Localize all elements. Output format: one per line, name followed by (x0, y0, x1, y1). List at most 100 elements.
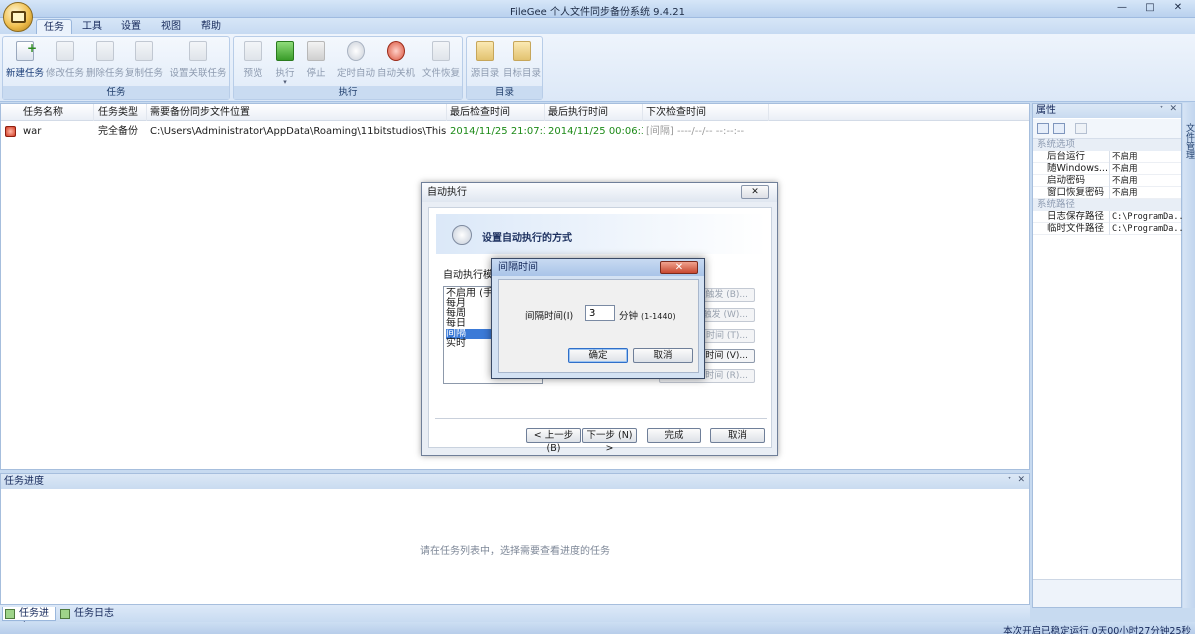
source-folder-icon (476, 41, 494, 61)
interval-unit: 分钟 (1-1440) (619, 311, 676, 322)
wizard-close-button[interactable]: ✕ (741, 185, 769, 199)
app-menu-button[interactable] (3, 2, 33, 32)
alphabetical-view-icon[interactable] (1053, 123, 1065, 134)
tab-tools[interactable]: 工具 (76, 19, 108, 34)
ribbon-group-run: 预览 执行 ▾ 停止 定时自动 自动关机 文件恢复 执行 (233, 36, 463, 100)
file-restore-button[interactable]: 文件恢复 (421, 41, 461, 83)
wizard-title: 自动执行 (422, 183, 777, 202)
edit-task-icon (56, 41, 74, 61)
col-last-check[interactable]: 最后检查时间 (447, 104, 545, 121)
next-step-button[interactable]: 下一步 (N) > (582, 428, 637, 454)
task-row-type[interactable]: 完全备份 (95, 124, 147, 140)
link-task-button[interactable]: 设置关联任务 (169, 41, 227, 83)
delete-task-button[interactable]: 删除任务 (86, 41, 124, 83)
task-row-last-check[interactable]: 2014/11/25 21:07:37 (447, 124, 545, 140)
interval-dialog-body: 间隔时间(I) 分钟 (1-1440) 确定 取消 (498, 279, 699, 373)
window-controls: — □ ✕ (1109, 1, 1191, 16)
interval-close-button[interactable]: ✕ (660, 261, 698, 274)
close-button[interactable]: ✕ (1165, 1, 1191, 16)
new-task-button[interactable]: + 新建任务 (5, 41, 45, 83)
target-folder-icon (513, 41, 531, 61)
ribbon-group-task: + 新建任务 修改任务 删除任务 复制任务 设置关联任务 任务 (2, 36, 230, 100)
property-row[interactable]: 启动密码 不启用 (1033, 175, 1181, 187)
col-path[interactable]: 需要备份同步文件位置 (147, 104, 447, 121)
tab-task[interactable]: 任务 (36, 19, 72, 34)
task-row-name[interactable]: war (20, 124, 94, 140)
cancel-button[interactable]: 取消 (633, 348, 693, 363)
category-system-paths[interactable]: 系统路径 (1033, 199, 1181, 211)
preview-icon (244, 41, 262, 61)
ribbon-group-dir: 源目录 目标目录 目录 (466, 36, 543, 100)
property-row[interactable]: 窗口恢复密码 不启用 (1033, 187, 1181, 199)
property-row[interactable]: 临时文件路径 C:\ProgramDa... (1033, 223, 1182, 235)
target-dir-button[interactable]: 目标目录 (502, 41, 542, 83)
category-system-options[interactable]: 系统选项 (1033, 139, 1181, 151)
property-description (1033, 579, 1181, 607)
col-task-name[interactable]: 任务名称 (20, 104, 94, 121)
tab-view[interactable]: 视图 (154, 19, 188, 34)
task-list-header: 任务名称 任务类型 需要备份同步文件位置 最后检查时间 最后执行时间 下次检查时… (1, 104, 1029, 121)
status-bar: 本次开启已稳定运行 0天00小时27分钟25秒 (0, 622, 1195, 634)
interval-label: 间隔时间(I) (525, 311, 574, 322)
delete-task-icon (96, 41, 114, 61)
close-icon[interactable]: ✕ (1169, 104, 1177, 114)
run-button[interactable]: 执行 ▾ (270, 41, 300, 86)
tab-task-progress[interactable]: 任务进度 (2, 607, 56, 633)
col-task-type[interactable]: 任务类型 (95, 104, 147, 121)
interval-range: (1-1440) (641, 312, 676, 321)
wizard-cancel-button[interactable]: 取消 (710, 428, 765, 443)
app-logo-icon (11, 11, 26, 23)
property-row[interactable]: 后台运行 不启用 (1033, 151, 1181, 163)
edit-task-button[interactable]: 修改任务 (46, 41, 84, 83)
pin-icon[interactable]: ᐩ (1160, 104, 1163, 113)
ok-button[interactable]: 确定 (568, 348, 628, 363)
progress-panel: 任务进度 ᐩ ✕ 请在任务列表中，选择需要查看进度的任务 (0, 473, 1030, 605)
chevron-down-icon: ▾ (283, 78, 287, 86)
source-dir-button[interactable]: 源目录 (469, 41, 501, 83)
stop-button[interactable]: 停止 (301, 41, 331, 83)
task-row-path[interactable]: C:\Users\Administrator\AppData\Roaming\1… (147, 124, 447, 140)
ribbon: + 新建任务 修改任务 删除任务 复制任务 设置关联任务 任务 预览 执行 ▾ (0, 34, 1195, 102)
progress-empty-message: 请在任务列表中，选择需要查看进度的任务 (420, 546, 610, 557)
copy-task-button[interactable]: 复制任务 (125, 41, 163, 83)
interval-dialog: 间隔时间 ✕ 间隔时间(I) 分钟 (1-1440) 确定 取消 (491, 258, 705, 379)
link-task-icon (189, 41, 207, 61)
preview-button[interactable]: 预览 (238, 41, 268, 83)
group-label-run: 执行 (234, 86, 462, 99)
finish-button[interactable]: 完成 (647, 428, 701, 443)
close-icon[interactable]: ✕ (1017, 475, 1025, 485)
property-row[interactable]: 随Windows... 不启用 (1033, 163, 1181, 175)
property-row[interactable]: 日志保存路径 C:\ProgramDa... (1033, 211, 1182, 223)
auto-schedule-button[interactable]: 定时自动 (336, 41, 376, 83)
task-row-next-check[interactable]: [间隔] ----/--/-- --:--:-- (643, 124, 769, 140)
task-row-last-run[interactable]: 2014/11/25 00:06:37 (545, 124, 643, 140)
categorized-view-icon[interactable] (1037, 123, 1049, 134)
task-status-icon (5, 126, 16, 137)
tab-settings[interactable]: 设置 (114, 19, 148, 34)
interval-minutes-input[interactable] (585, 305, 615, 321)
bottom-tab-bar: 任务进度 任务日志 (0, 605, 1030, 633)
plus-icon: + (27, 41, 38, 55)
clock-icon (347, 41, 365, 61)
pin-icon[interactable]: ᐩ (1008, 475, 1011, 484)
properties-title: 属性 (1033, 104, 1181, 118)
side-strip-label: 文件管理 (1184, 123, 1194, 159)
auto-shutdown-button[interactable]: 自动关机 (376, 41, 416, 83)
progress-title: 任务进度 (1, 474, 1029, 489)
prev-step-button[interactable]: < 上一步 (B) (526, 428, 581, 454)
col-last-run[interactable]: 最后执行时间 (545, 104, 643, 121)
file-restore-icon (432, 41, 450, 61)
side-panel-strip[interactable]: 文件管理 (1183, 103, 1195, 608)
stop-icon (307, 41, 325, 61)
maximize-button[interactable]: □ (1137, 1, 1163, 16)
wizard-banner: 设置自动执行的方式 (436, 214, 766, 254)
col-next-check[interactable]: 下次检查时间 (643, 104, 769, 121)
tab-help[interactable]: 帮助 (194, 19, 228, 34)
minimize-button[interactable]: — (1109, 1, 1135, 16)
ribbon-tab-bar: 任务 工具 设置 视图 帮助 (0, 18, 1195, 34)
tab-task-log[interactable]: 任务日志 (58, 607, 114, 621)
property-pages-icon[interactable] (1075, 123, 1087, 134)
group-label-dir: 目录 (467, 86, 542, 99)
log-icon (60, 609, 70, 619)
status-text: 本次开启已稳定运行 0天00小时27分钟25秒 (1003, 626, 1191, 634)
